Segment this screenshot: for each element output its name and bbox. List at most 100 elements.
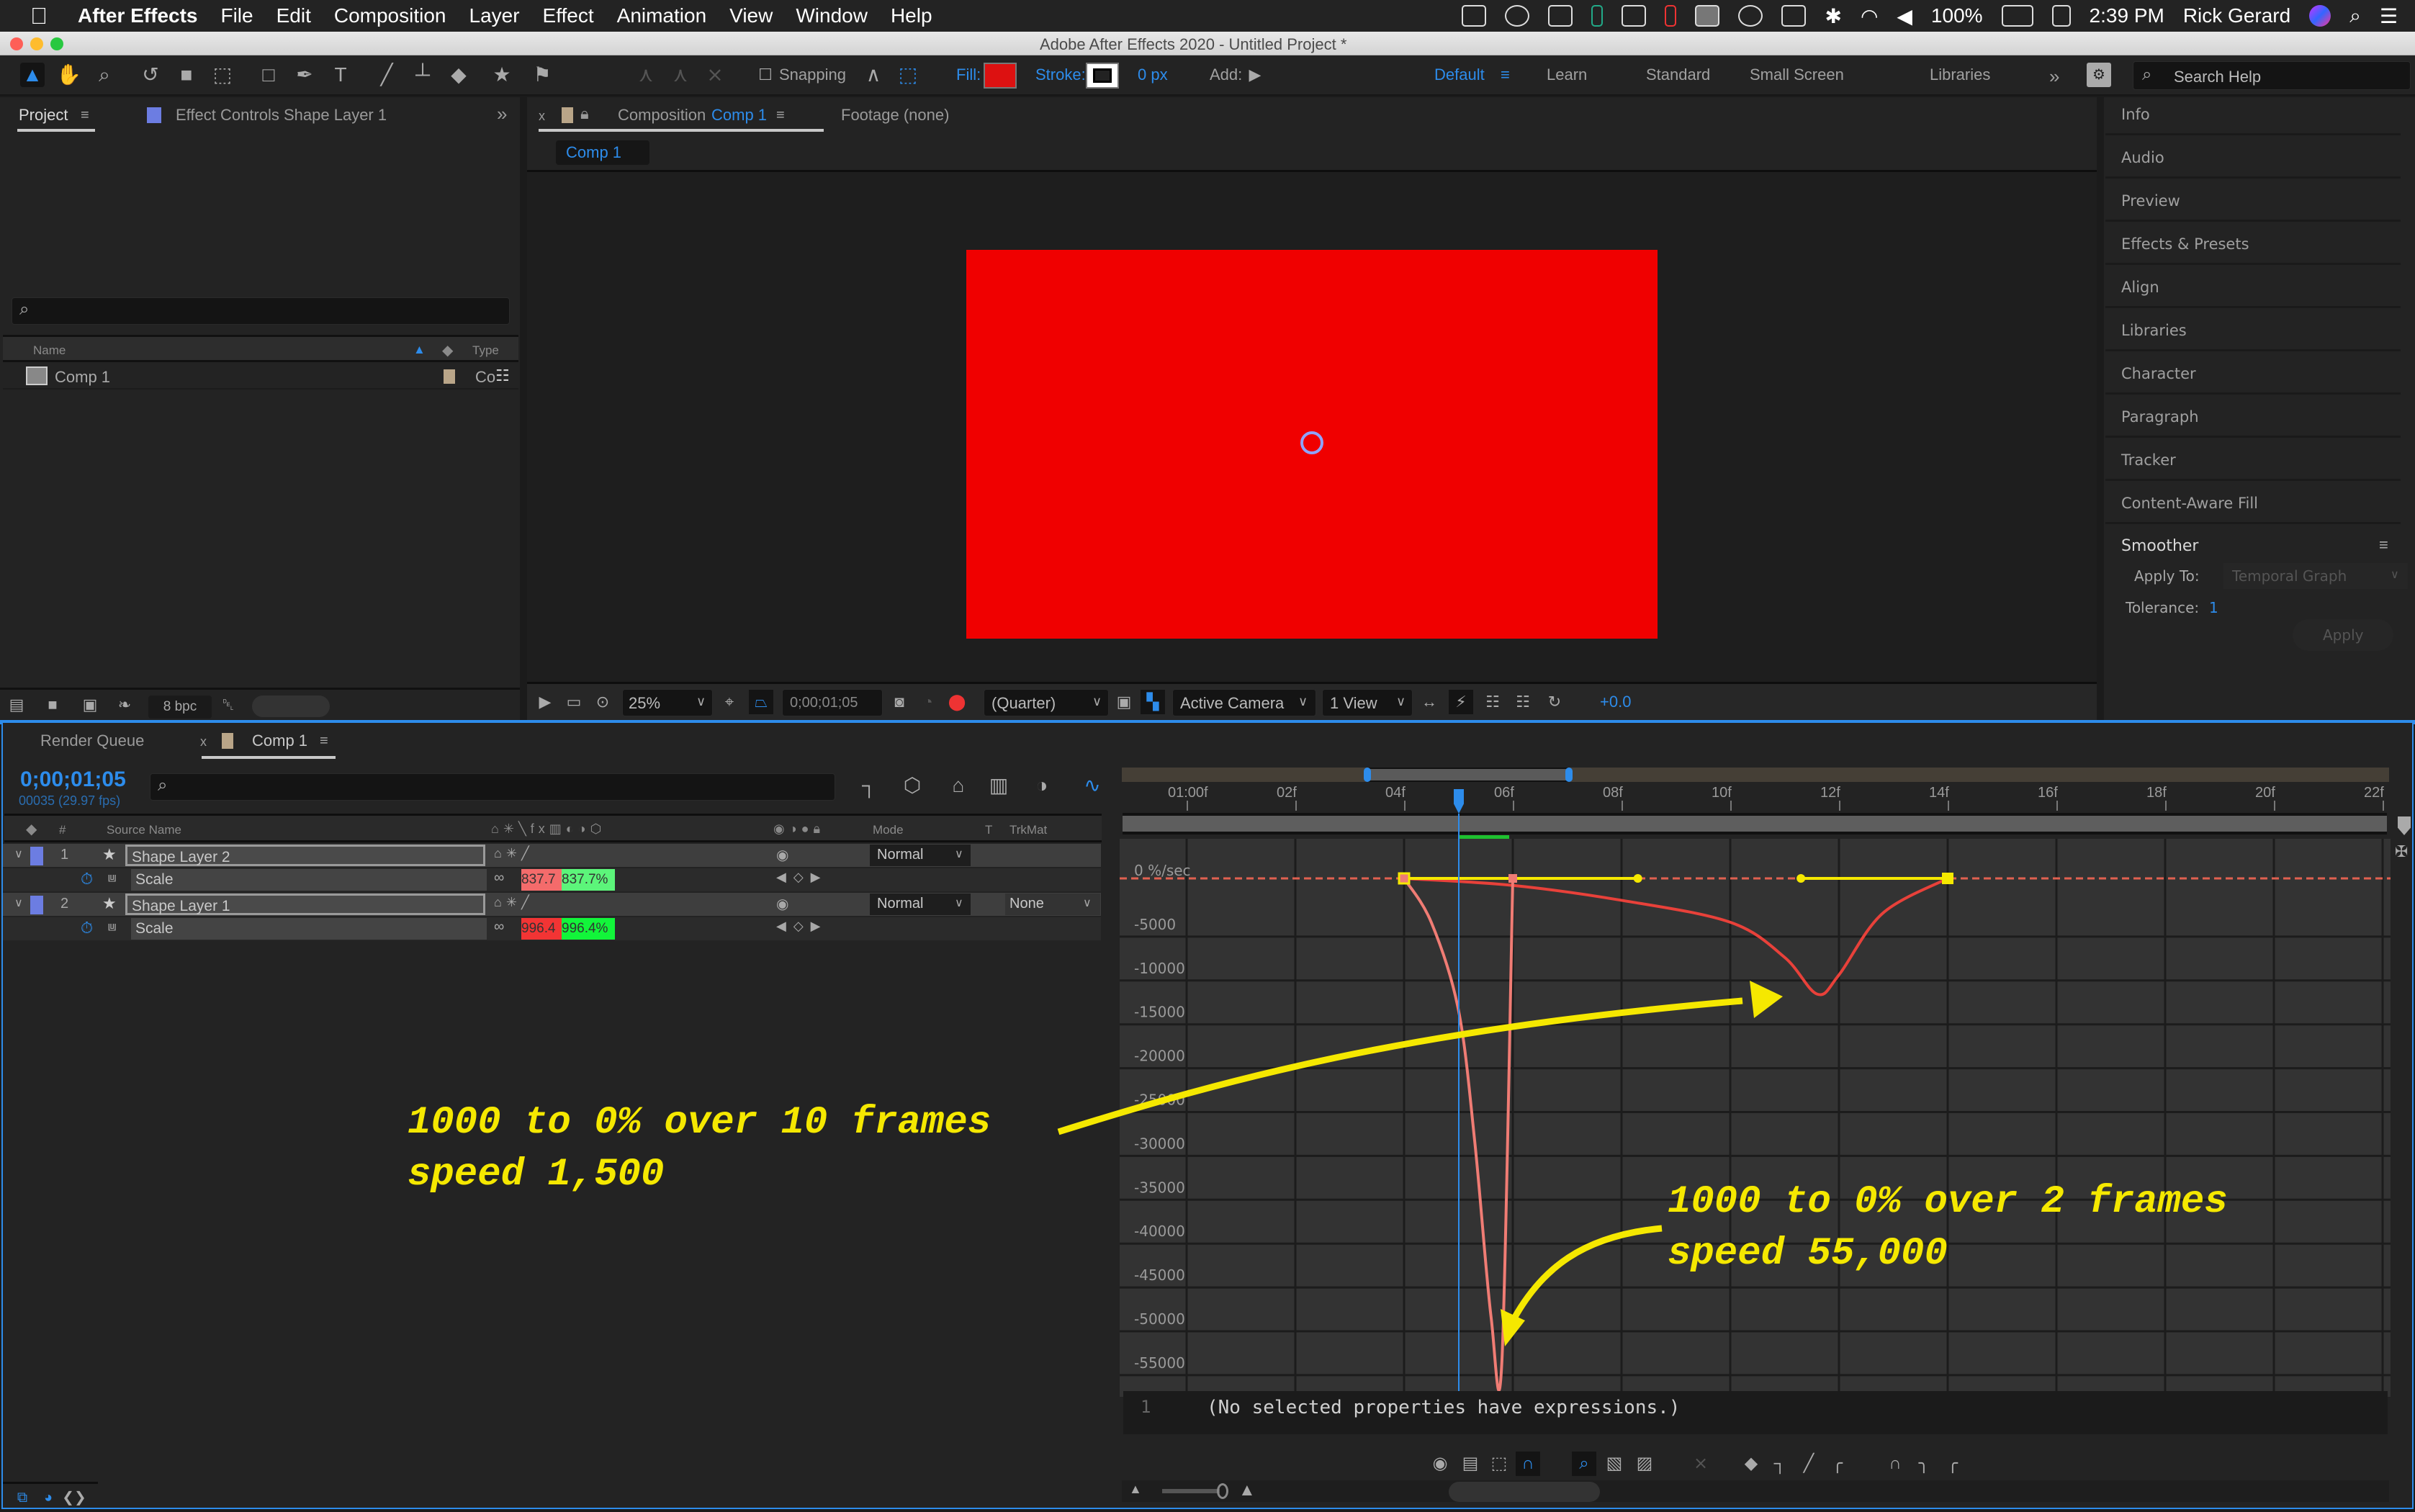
tab-project[interactable]: Project	[19, 106, 68, 125]
notification-center-icon[interactable]: ☰	[2380, 4, 2398, 28]
column-mode[interactable]: Mode	[873, 823, 904, 837]
column-source-name[interactable]: Source Name	[107, 823, 181, 837]
stroke-color-swatch[interactable]	[1086, 63, 1119, 89]
lock-icon[interactable]: 🔒︎	[580, 104, 589, 123]
siri-icon[interactable]	[2309, 5, 2331, 27]
constrain-proportions-link-icon[interactable]: ∞	[494, 870, 504, 886]
close-tab-icon[interactable]: x	[539, 109, 545, 124]
motion-blur-icon[interactable]: ◑	[1030, 773, 1054, 798]
current-time-display[interactable]: 0;00;01;05	[20, 768, 126, 792]
menu-view[interactable]: View	[729, 4, 773, 27]
keyframe-navigator[interactable]: ◀◇▶	[776, 919, 828, 934]
navigator-end-handle[interactable]	[1565, 768, 1573, 782]
workspace-menu-icon[interactable]: ≡	[1501, 66, 1510, 84]
menu-file[interactable]: File	[220, 4, 253, 27]
camera-tool-icon[interactable]: ■	[174, 63, 199, 87]
timeline-menu-icon[interactable]: ≡	[320, 733, 328, 750]
constrain-proportions-link-icon[interactable]: ∞	[494, 919, 504, 935]
clock[interactable]: 2:39 PM	[2090, 4, 2164, 27]
zoom-in-icon[interactable]: ▲	[1238, 1480, 1256, 1500]
interpret-footage-icon[interactable]: ▤	[4, 693, 29, 717]
panel-libraries[interactable]: Libraries	[2105, 310, 2401, 351]
time-machine-icon[interactable]	[1738, 5, 1763, 27]
project-panel-menu-icon[interactable]: ≡	[81, 107, 89, 124]
fit-all-icon[interactable]: ▨	[1632, 1452, 1657, 1476]
rotation-tool-icon[interactable]: ↺	[138, 63, 163, 87]
layer-switches[interactable]: ⌂✳╱	[494, 895, 534, 910]
scale-x-value[interactable]: 996.4	[521, 918, 562, 940]
label-column-icon[interactable]: ◆	[442, 341, 453, 359]
layer-label-color[interactable]	[30, 896, 43, 914]
blend-mode-dropdown[interactable]: Normal ∨	[870, 845, 971, 866]
anchor-point-icon[interactable]	[1300, 431, 1323, 454]
property-row[interactable]: ⏱︎ ⩏ Scale ∞ 996.4 996.4% ◀◇▶	[3, 917, 1101, 940]
panel-tracker[interactable]: Tracker	[2105, 439, 2401, 481]
zoom-tool-icon[interactable]: ⌕	[92, 63, 117, 87]
graph-snapshot-icon[interactable]: ✠	[2395, 842, 2408, 861]
video-visibility-eye-icon[interactable]: ◉	[776, 895, 788, 913]
easy-ease-out-icon[interactable]: ╭	[1940, 1452, 1965, 1476]
expand-layer-chevron[interactable]: ∨	[14, 847, 23, 861]
channel-rgb-icon[interactable]: ⬤	[945, 690, 969, 714]
dropbox-icon[interactable]	[1462, 5, 1487, 27]
tab-render-queue[interactable]: Render Queue	[40, 732, 144, 750]
transparency-grid-icon[interactable]: ▚	[1141, 690, 1165, 714]
expand-layer-chevron[interactable]: ∨	[14, 896, 23, 910]
snapshot-camera-icon[interactable]: ◙	[887, 690, 912, 714]
new-folder-icon[interactable]: ■	[40, 693, 65, 717]
sync-settings-icon[interactable]: ⚙	[2087, 63, 2111, 87]
panel-info[interactable]: Info	[2105, 94, 2401, 135]
eraser-tool-icon[interactable]: ◆	[446, 63, 471, 87]
workspace-learn[interactable]: Learn	[1547, 66, 1587, 84]
linear-keyframe-icon[interactable]: ╱	[1796, 1452, 1821, 1476]
brush-tool-icon[interactable]: ╱	[374, 63, 399, 87]
more-workspaces-icon[interactable]: »	[2049, 66, 2059, 88]
blend-mode-dropdown[interactable]: Normal ∨	[870, 894, 971, 915]
project-search-field[interactable]: ⌕	[12, 297, 510, 325]
airserver-icon[interactable]	[1622, 5, 1647, 27]
current-time-field[interactable]: 0;00;01;05	[782, 689, 883, 716]
gpu-meter-icon[interactable]	[1591, 5, 1604, 27]
column-number[interactable]: #	[59, 823, 66, 837]
timeline-search-field[interactable]: ⌕	[150, 773, 835, 801]
fast-previews-icon[interactable]: ▣	[1112, 690, 1136, 714]
local-axis-icon[interactable]: ⋏	[634, 63, 658, 87]
graph-options-icon[interactable]: ▤	[1458, 1452, 1483, 1476]
time-navigator[interactable]	[1122, 768, 2389, 782]
track-matte-dropdown[interactable]: None ∨	[1005, 894, 1100, 915]
magnification-dropdown[interactable]: 25% ∨	[622, 689, 713, 716]
layer-name-field[interactable]: Shape Layer 1	[125, 894, 485, 915]
add-shape-property-button[interactable]: ▶	[1243, 63, 1267, 87]
navigator-start-handle[interactable]	[1364, 768, 1371, 782]
layer-switches-toggle-icon[interactable]: ⧉	[10, 1485, 35, 1510]
layer-name-field[interactable]: Shape Layer 2	[125, 845, 485, 866]
in-out-toggle-icon[interactable]: ❮❯	[62, 1485, 86, 1510]
close-window-button[interactable]	[10, 37, 23, 50]
frame-blending-icon[interactable]: ▥	[986, 773, 1011, 798]
airplay-icon[interactable]	[1781, 5, 1807, 27]
auto-zoom-icon[interactable]: ⌕	[1572, 1452, 1596, 1476]
auto-bezier-keyframe-icon[interactable]: ╭	[1825, 1452, 1850, 1476]
workspace-libraries[interactable]: Libraries	[1930, 66, 1990, 84]
scale-y-value[interactable]: 837.7%	[562, 869, 615, 891]
battery-icon[interactable]	[2001, 5, 2033, 27]
bt-app-icon[interactable]	[1548, 5, 1573, 27]
timeline-horizontal-scrollbar[interactable]	[1449, 1482, 1600, 1502]
view-layout-dropdown[interactable]: 1 View ∨	[1322, 689, 1413, 716]
project-item-row[interactable]: Comp 1 Co ☷	[3, 364, 518, 390]
panel-content-aware-fill[interactable]: Content-Aware Fill	[2105, 482, 2401, 524]
time-ruler[interactable]: 01:00f 02f 04f 06f 08f 10f 12f 14f 16f 18f 20f 22f	[1120, 782, 2391, 812]
workspace-small-screen[interactable]: Small Screen	[1750, 66, 1844, 84]
pen-tool-icon[interactable]: ✒	[292, 63, 317, 87]
stopwatch-icon[interactable]: ⏱︎	[81, 919, 93, 937]
zoom-out-icon[interactable]: ▲	[1129, 1482, 1142, 1497]
snap-edges-icon[interactable]: ∧	[861, 63, 886, 87]
column-trkmat[interactable]: TrkMat	[1009, 823, 1047, 837]
smoother-menu-icon[interactable]: ≡	[2379, 536, 2388, 554]
menu-help[interactable]: Help	[891, 4, 932, 27]
menu-animation[interactable]: Animation	[617, 4, 707, 27]
scale-y-value[interactable]: 996.4%	[562, 918, 615, 940]
snap-features-icon[interactable]: ⬚	[896, 63, 920, 87]
sort-ascending-icon[interactable]: ▲	[413, 343, 426, 357]
menu-composition[interactable]: Composition	[334, 4, 446, 27]
